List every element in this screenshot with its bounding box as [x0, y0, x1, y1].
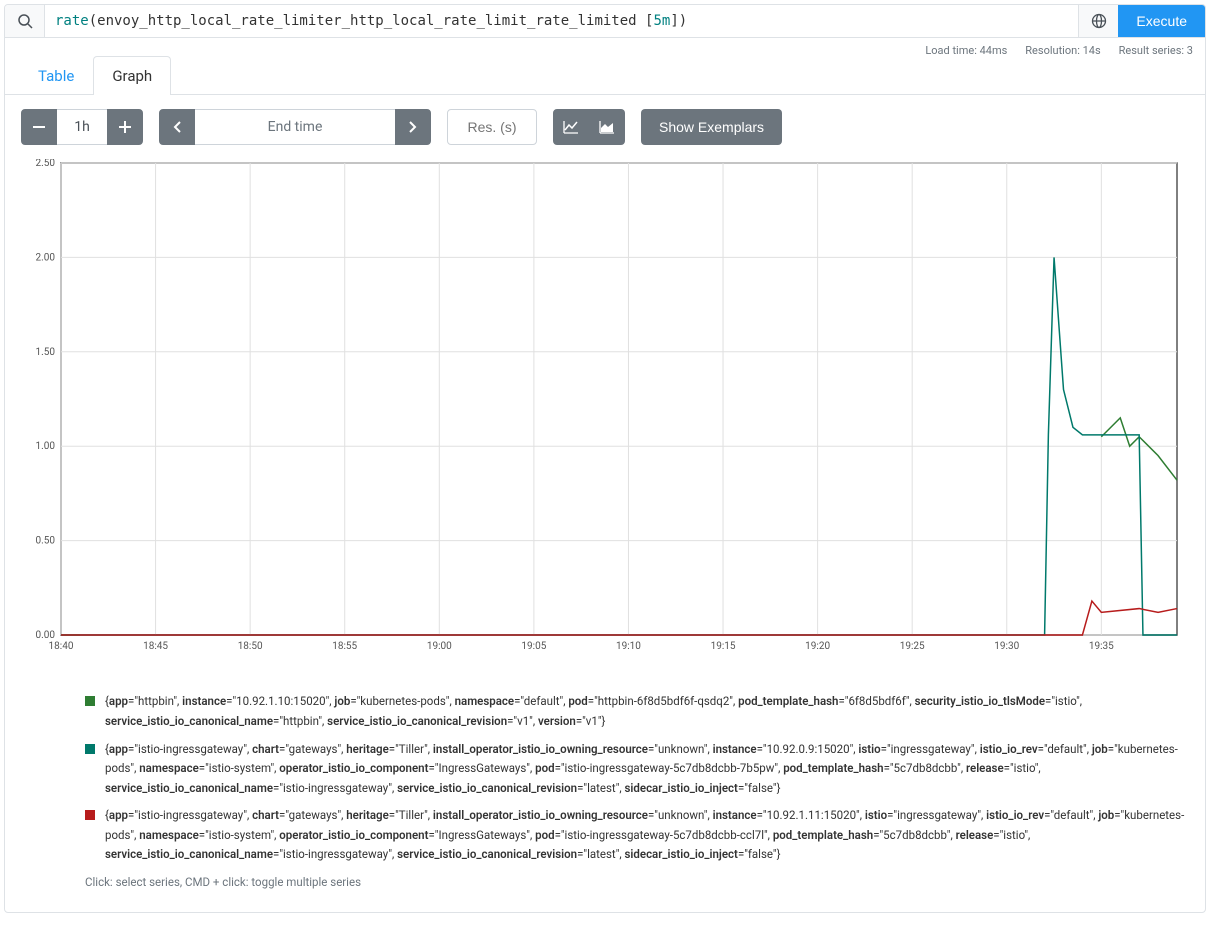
- graph-controls: 1h End time Show Exemplars: [5, 95, 1205, 159]
- svg-text:18:40: 18:40: [49, 641, 74, 652]
- range-group: 1h: [21, 109, 143, 145]
- line-chart-icon: [563, 120, 579, 134]
- svg-text:19:30: 19:30: [994, 641, 1019, 652]
- resolution-input[interactable]: [447, 109, 537, 145]
- chevron-right-icon: [409, 121, 417, 133]
- legend-hint: Click: select series, CMD + click: toggl…: [85, 873, 1189, 893]
- svg-text:0.00: 0.00: [36, 630, 56, 641]
- plus-icon: [119, 121, 131, 133]
- legend-swatch: [85, 744, 95, 754]
- tab-graph[interactable]: Graph: [93, 56, 171, 95]
- svg-text:19:20: 19:20: [805, 641, 830, 652]
- view-tabs: Table Graph: [5, 55, 1205, 95]
- query-bar: rate(envoy_http_local_rate_limiter_http_…: [5, 5, 1205, 38]
- minus-icon: [33, 126, 45, 128]
- tab-table[interactable]: Table: [19, 56, 93, 95]
- legend-label: {app="httpbin", instance="10.92.1.10:150…: [105, 692, 1189, 731]
- legend-swatch: [85, 810, 95, 820]
- chart-type-group: [553, 109, 625, 145]
- svg-text:0.50: 0.50: [36, 536, 56, 547]
- svg-text:1.50: 1.50: [36, 347, 56, 358]
- svg-text:19:05: 19:05: [521, 641, 546, 652]
- svg-text:19:00: 19:00: [427, 641, 452, 652]
- legend: {app="httpbin", instance="10.92.1.10:150…: [5, 682, 1205, 912]
- range-decrease-button[interactable]: [21, 109, 57, 145]
- legend-label: {app="istio-ingressgateway", chart="gate…: [105, 806, 1189, 865]
- globe-icon-button[interactable]: [1078, 5, 1118, 37]
- search-icon-button[interactable]: [5, 5, 45, 37]
- endtime-next-button[interactable]: [395, 109, 431, 145]
- search-icon: [17, 13, 33, 29]
- resolution-stat: Resolution: 14s: [1025, 44, 1100, 57]
- svg-text:19:15: 19:15: [711, 641, 736, 652]
- execute-button[interactable]: Execute: [1118, 5, 1205, 37]
- prometheus-panel: rate(envoy_http_local_rate_limiter_http_…: [4, 4, 1206, 913]
- endtime-group: End time: [159, 109, 431, 145]
- chart-area: 0.00 0.50 1.00 1.50 2.00 2.50 18:40 18:45 18:50 1…: [5, 159, 1205, 682]
- range-value[interactable]: 1h: [57, 109, 107, 145]
- stacked-chart-button[interactable]: [589, 109, 625, 145]
- svg-text:19:10: 19:10: [616, 641, 641, 652]
- range-increase-button[interactable]: [107, 109, 143, 145]
- chevron-left-icon: [173, 121, 181, 133]
- area-chart-icon: [599, 120, 615, 134]
- svg-text:18:55: 18:55: [332, 641, 357, 652]
- svg-text:1.00: 1.00: [36, 441, 56, 452]
- svg-text:18:45: 18:45: [143, 641, 168, 652]
- promql-input[interactable]: rate(envoy_http_local_rate_limiter_http_…: [45, 5, 1078, 37]
- legend-swatch: [85, 696, 95, 706]
- legend-item[interactable]: {app="httpbin", instance="10.92.1.10:150…: [85, 692, 1189, 731]
- show-exemplars-button[interactable]: Show Exemplars: [641, 109, 782, 145]
- result-series-stat: Result series: 3: [1119, 44, 1193, 57]
- legend-item[interactable]: {app="istio-ingressgateway", chart="gate…: [85, 740, 1189, 799]
- timeseries-chart[interactable]: 0.00 0.50 1.00 1.50 2.00 2.50 18:40 18:45 18:50 1…: [21, 159, 1189, 662]
- line-chart-button[interactable]: [553, 109, 589, 145]
- svg-text:18:50: 18:50: [238, 641, 263, 652]
- endtime-input[interactable]: End time: [195, 109, 395, 145]
- legend-label: {app="istio-ingressgateway", chart="gate…: [105, 740, 1189, 799]
- svg-text:19:35: 19:35: [1089, 641, 1114, 652]
- load-time: Load time: 44ms: [925, 44, 1007, 57]
- endtime-prev-button[interactable]: [159, 109, 195, 145]
- svg-text:2.50: 2.50: [36, 159, 56, 169]
- globe-icon: [1091, 13, 1107, 29]
- svg-text:2.00: 2.00: [36, 252, 56, 263]
- legend-item[interactable]: {app="istio-ingressgateway", chart="gate…: [85, 806, 1189, 865]
- svg-text:19:25: 19:25: [900, 641, 925, 652]
